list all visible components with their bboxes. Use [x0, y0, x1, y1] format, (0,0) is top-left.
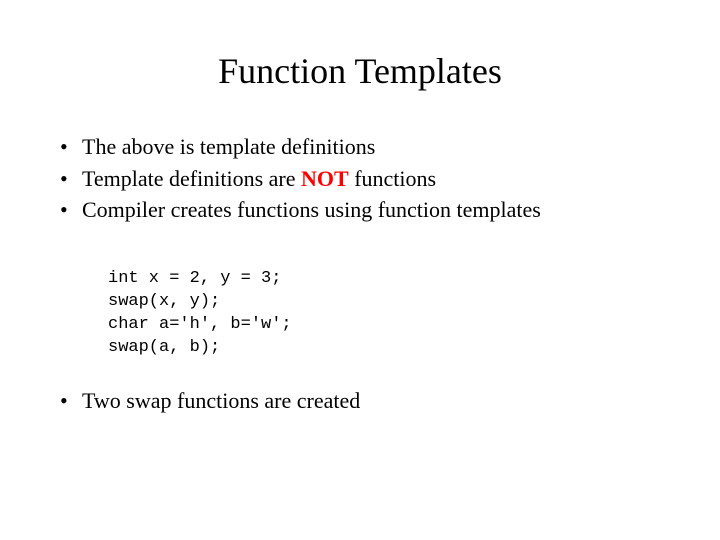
slide-title: Function Templates [60, 50, 660, 92]
code-line: swap(x, y); [108, 292, 220, 311]
bullet-text-pre: Template definitions are [82, 166, 301, 191]
bullet-list-footer: Two swap functions are created [60, 386, 660, 416]
code-line: swap(a, b); [108, 338, 220, 357]
bullet-list: The above is template definitions Templa… [60, 132, 660, 225]
emphasis-not: NOT [301, 166, 349, 191]
bullet-item: Compiler creates functions using functio… [60, 195, 660, 225]
code-line: char a='h', b='w'; [108, 315, 292, 334]
bullet-text-post: functions [349, 166, 436, 191]
bullet-item: The above is template definitions [60, 132, 660, 162]
bullet-item: Template definitions are NOT functions [60, 164, 660, 194]
code-snippet: int x = 2, y = 3; swap(x, y); char a='h'… [108, 245, 660, 360]
bullet-item: Two swap functions are created [60, 386, 660, 416]
code-line: int x = 2, y = 3; [108, 269, 281, 288]
